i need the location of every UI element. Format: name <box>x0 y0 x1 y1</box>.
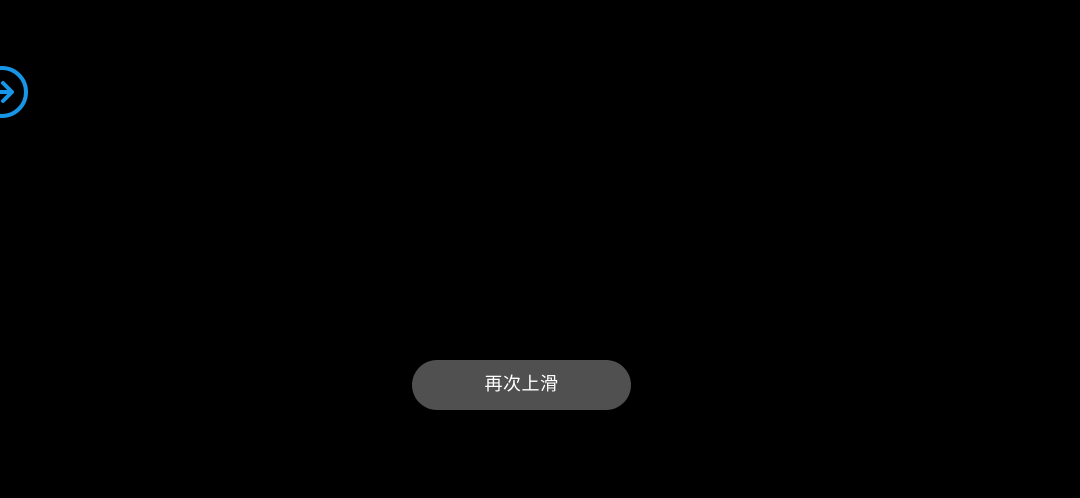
arrow-right-circle-icon <box>0 66 28 118</box>
screen: 再次上滑 <box>0 0 1080 498</box>
forward-button[interactable] <box>0 65 29 119</box>
toast-text: 再次上滑 <box>484 374 559 395</box>
swipe-up-toast: 再次上滑 <box>412 360 631 410</box>
